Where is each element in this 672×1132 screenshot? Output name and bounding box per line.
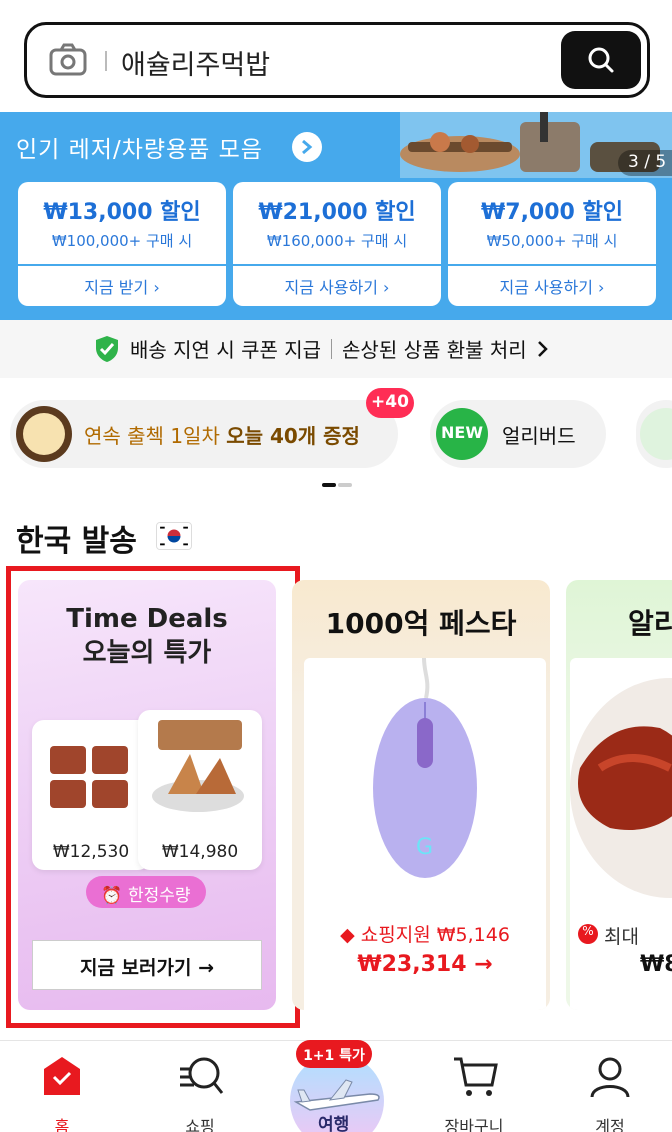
coin-icon xyxy=(16,406,72,462)
coupon-divider xyxy=(233,264,441,266)
home-icon xyxy=(44,1057,80,1095)
nav-account-label: 계정 xyxy=(595,1117,625,1132)
attendance-reward: 오늘 40개 증정 xyxy=(226,424,360,448)
banner-title: 인기 레저/차량용품 모음 xyxy=(16,137,263,163)
coupon-amount: ₩21,000 할인 xyxy=(258,200,416,225)
third-card[interactable]: 알리 % 최대 ₩8 xyxy=(566,580,672,1010)
notice-right-text: 손상된 상품 환불 처리 xyxy=(342,338,527,362)
coupon-condition: ₩50,000+ 구매 시 xyxy=(486,232,618,250)
coupon-card[interactable]: ₩21,000 할인 ₩160,000+ 구매 시 지금 사용하기 › xyxy=(233,182,441,306)
product-info: % 최대 ₩8 xyxy=(570,910,672,1010)
account-icon xyxy=(590,1057,630,1098)
nav-home[interactable]: 홈 xyxy=(12,1051,112,1132)
coupon-amount: ₩7,000 할인 xyxy=(481,200,623,225)
selection-highlight xyxy=(6,566,300,1028)
section-title: 한국 발송 xyxy=(16,524,137,559)
travel-label: 여행 xyxy=(318,1115,350,1132)
nav-account[interactable]: 계정 xyxy=(560,1051,660,1132)
search-icon xyxy=(588,47,614,73)
new-badge: NEW xyxy=(436,408,488,460)
chevron-right-icon[interactable] xyxy=(292,132,322,162)
sale-tag-icon: ◆ xyxy=(340,924,355,946)
third-card-title: 알리 xyxy=(628,607,672,640)
coupon-divider xyxy=(448,264,656,266)
search-divider xyxy=(105,51,107,71)
svg-text:G: G xyxy=(416,835,433,860)
shield-check-icon xyxy=(96,335,118,362)
one-plus-one-badge: 1+1 특가 xyxy=(296,1040,372,1068)
nav-home-label: 홈 xyxy=(54,1117,70,1132)
early-bird-chip[interactable]: NEW 얼리버드 xyxy=(430,400,606,468)
nav-cart[interactable]: 장바구니 xyxy=(424,1051,524,1132)
mouse-image: G xyxy=(373,657,477,878)
chip-pager xyxy=(322,483,352,487)
early-bird-label: 얼리버드 xyxy=(502,424,576,448)
cart-icon xyxy=(454,1057,498,1096)
coupon-action-button[interactable]: 지금 사용하기 › xyxy=(233,274,441,298)
product-image[interactable] xyxy=(570,658,672,910)
search-button[interactable] xyxy=(561,31,641,89)
coupon-card[interactable]: ₩7,000 할인 ₩50,000+ 구매 시 지금 사용하기 › xyxy=(448,182,656,306)
coupon-card[interactable]: ₩13,000 할인 ₩100,000+ 구매 시 지금 받기 › xyxy=(18,182,226,306)
korea-flag-icon xyxy=(156,522,192,550)
promo-banner[interactable]: 인기 레저/차량용품 모음 3 / 5 ₩13,000 할인 ₩100,000+… xyxy=(0,112,672,320)
app-screen: 애슐리주먹밥 인기 레저/차량용품 모음 3 / 5 ₩13,000 할인 ₩1… xyxy=(0,0,672,1132)
percent-icon: % xyxy=(578,924,598,944)
camera-icon[interactable] xyxy=(49,42,87,78)
max-discount-text: 최대 xyxy=(604,926,639,948)
coupon-divider xyxy=(18,264,226,266)
food-image xyxy=(570,678,672,898)
notice-divider xyxy=(331,338,333,359)
nav-cart-label: 장바구니 xyxy=(444,1117,504,1132)
coupon-action-button[interactable]: 지금 받기 › xyxy=(18,274,226,298)
search-input[interactable]: 애슐리주먹밥 xyxy=(121,43,270,82)
more-chip[interactable] xyxy=(636,400,672,468)
nav-travel[interactable]: 1+1 특가 여행 xyxy=(288,1040,386,1132)
product-price[interactable]: ₩23,314 → xyxy=(304,952,546,977)
nav-shopping[interactable]: 쇼핑 xyxy=(150,1051,250,1132)
product-price[interactable]: ₩8 xyxy=(640,952,672,977)
coupon-condition: ₩100,000+ 구매 시 xyxy=(51,232,193,250)
coupon-amount: ₩13,000 할인 xyxy=(43,200,201,225)
clover-icon xyxy=(640,408,672,460)
attendance-text: 연속 출첵 1일차 xyxy=(84,424,220,448)
product-image[interactable]: G xyxy=(304,657,546,910)
banner-pager: 3 / 5 xyxy=(618,150,672,176)
reward-badge: +40 xyxy=(366,388,414,418)
attendance-chip[interactable]: 연속 출첵 1일차 오늘 40개 증정 xyxy=(10,400,398,468)
delivery-notice[interactable]: 배송 지연 시 쿠폰 지급 손상된 상품 환불 처리 xyxy=(0,320,672,378)
coupon-condition: ₩160,000+ 구매 시 xyxy=(266,232,408,250)
search-header: 애슐리주먹밥 xyxy=(0,0,672,112)
nav-shopping-label: 쇼핑 xyxy=(185,1117,215,1132)
fest-title: 1000억 페스타 xyxy=(325,607,517,640)
notice-left-text: 배송 지연 시 쿠폰 지급 xyxy=(130,338,322,362)
coupon-action-button[interactable]: 지금 사용하기 › xyxy=(448,274,656,298)
shopping-support-text: 쇼핑지원 ₩5,146 xyxy=(360,924,510,946)
search-bar[interactable]: 애슐리주먹밥 xyxy=(24,22,650,98)
product-info: ◆ 쇼핑지원 ₩5,146 ₩23,314 → xyxy=(304,910,546,1010)
shopping-search-icon xyxy=(180,1057,224,1094)
fest-card[interactable]: 1000억 페스타 G ◆ 쇼핑지원 ₩5,146 ₩23,314 → xyxy=(292,580,550,1010)
chevron-right-icon xyxy=(537,340,548,357)
